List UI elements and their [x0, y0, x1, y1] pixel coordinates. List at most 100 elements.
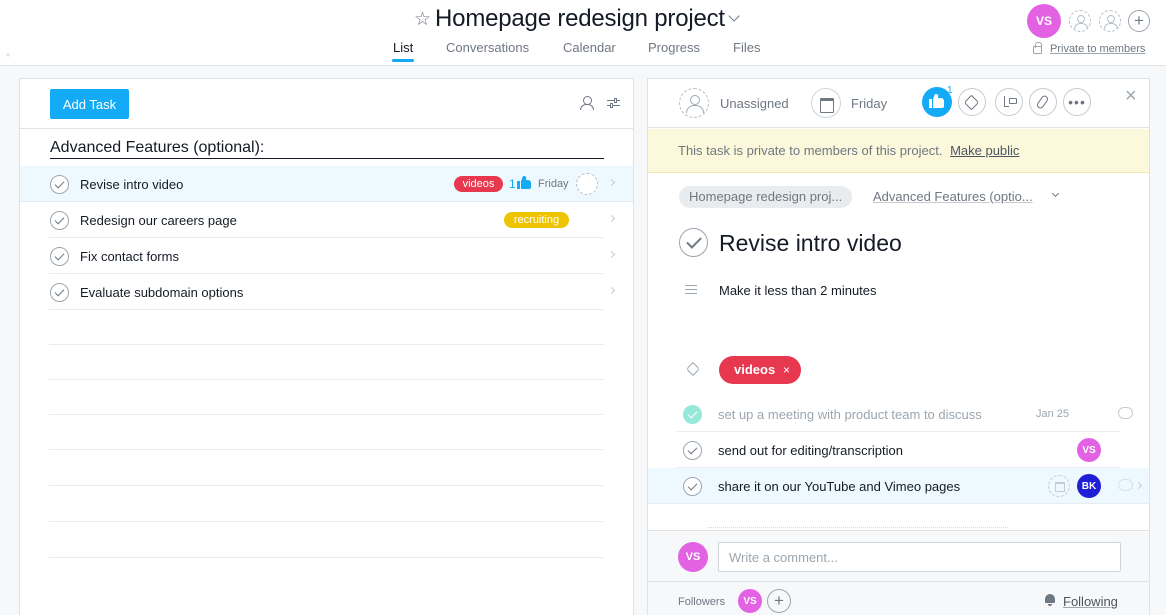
tag-videos[interactable]: videos ×: [719, 356, 801, 384]
close-icon[interactable]: ×: [1125, 85, 1137, 108]
tab-progress[interactable]: Progress: [648, 40, 700, 55]
make-public-link[interactable]: Make public: [950, 143, 1019, 158]
add-member-plus-icon[interactable]: +: [1128, 10, 1150, 32]
current-user-avatar[interactable]: VS: [1027, 4, 1061, 38]
empty-task-row[interactable]: [49, 415, 604, 450]
task-name[interactable]: Redesign our careers page: [80, 213, 237, 228]
thumbs-up-icon[interactable]: [517, 175, 531, 189]
following-toggle[interactable]: Following: [1063, 594, 1118, 609]
add-member-slot-icon[interactable]: [1069, 10, 1091, 32]
attachment-button[interactable]: [1029, 88, 1057, 116]
subtask-row[interactable]: share it on our YouTube and Vimeo pages …: [648, 468, 1149, 504]
add-task-button[interactable]: Add Task: [50, 89, 129, 119]
subtask-text[interactable]: share it on our YouTube and Vimeo pages: [718, 479, 960, 494]
task-row[interactable]: Evaluate subdomain options: [49, 274, 616, 310]
calendar-icon[interactable]: [811, 88, 841, 118]
tab-conversations[interactable]: Conversations: [446, 40, 529, 55]
chevron-down-icon[interactable]: [728, 10, 740, 22]
task-description[interactable]: Make it less than 2 minutes: [719, 283, 877, 298]
add-member-slot-icon[interactable]: [1099, 10, 1121, 32]
task-row[interactable]: Redesign our careers page recruiting: [49, 202, 616, 238]
empty-task-row[interactable]: [49, 487, 604, 522]
person-filter-icon[interactable]: [580, 96, 594, 110]
task-list-pane: Add Task Advanced Features (optional): R…: [19, 78, 634, 615]
empty-task-row[interactable]: [49, 310, 604, 345]
comment-area: VS Followers VS + Following: [648, 530, 1149, 615]
breadcrumb-project[interactable]: Homepage redesign proj...: [679, 186, 853, 208]
like-count: 1: [509, 177, 516, 191]
task-name[interactable]: Evaluate subdomain options: [80, 285, 243, 300]
more-actions-button[interactable]: •••: [1063, 88, 1091, 116]
calendar-icon[interactable]: [1048, 475, 1070, 497]
chevron-right-icon[interactable]: [607, 250, 616, 259]
breadcrumb-section[interactable]: Advanced Features (optio...: [873, 189, 1033, 204]
remove-tag-icon[interactable]: ×: [783, 356, 790, 384]
privacy-notice: This task is private to members of this …: [678, 143, 943, 158]
empty-task-row[interactable]: [49, 345, 604, 380]
empty-task-row[interactable]: [49, 523, 604, 558]
task-row[interactable]: Fix contact forms: [49, 238, 616, 274]
tag-icon: [685, 361, 701, 377]
privacy-setting[interactable]: Private to members: [1033, 42, 1145, 55]
comment-input[interactable]: [718, 542, 1121, 572]
star-icon[interactable]: ☆: [414, 8, 431, 31]
chevron-right-icon[interactable]: [607, 214, 616, 223]
subtask-row[interactable]: send out for editing/transcription VS: [677, 432, 1120, 468]
task-row[interactable]: Revise intro video videos 1 Friday: [20, 166, 633, 202]
bell-icon: [1044, 594, 1056, 606]
due-date: Friday: [538, 178, 569, 190]
tab-list[interactable]: List: [391, 40, 415, 62]
section-header[interactable]: Advanced Features (optional):: [50, 139, 604, 159]
commenter-avatar: VS: [678, 542, 708, 572]
complete-check-icon[interactable]: [683, 441, 702, 460]
complete-check-icon[interactable]: [50, 247, 69, 266]
tag-button[interactable]: [958, 88, 986, 116]
complete-check-icon[interactable]: [50, 211, 69, 230]
project-title[interactable]: Homepage redesign project: [435, 5, 725, 33]
chevron-right-icon[interactable]: [1134, 481, 1143, 490]
complete-check-icon[interactable]: [679, 228, 708, 257]
subtask-date: Jan 25: [1036, 408, 1070, 420]
assignee-placeholder-icon[interactable]: [576, 173, 598, 195]
comment-bubble-icon[interactable]: [1118, 479, 1133, 491]
chevron-right-icon[interactable]: [607, 286, 616, 295]
complete-check-icon[interactable]: [683, 477, 702, 496]
complete-check-icon[interactable]: [50, 283, 69, 302]
assignee-avatar[interactable]: BK: [1077, 474, 1101, 498]
paperclip-icon: [1035, 94, 1050, 110]
assignee-label[interactable]: Unassigned: [720, 96, 789, 111]
subtask-text[interactable]: send out for editing/transcription: [718, 443, 903, 458]
follower-avatar[interactable]: VS: [738, 589, 762, 613]
chevron-down-icon[interactable]: [1051, 189, 1060, 198]
tab-files[interactable]: Files: [733, 40, 760, 55]
project-tabs: List Conversations Calendar Progress Fil…: [0, 40, 1166, 66]
subtask-button[interactable]: [995, 88, 1023, 116]
tab-calendar[interactable]: Calendar: [563, 40, 616, 55]
empty-task-row[interactable]: [49, 380, 604, 415]
subtask-row[interactable]: set up a meeting with product team to di…: [677, 396, 1133, 432]
lock-icon: [1033, 42, 1042, 54]
task-detail-pane: Unassigned Friday 1 ••• × This task is p…: [647, 78, 1150, 615]
empty-task-row[interactable]: [49, 451, 604, 486]
completed-check-icon[interactable]: [683, 405, 702, 424]
assignee-placeholder-icon[interactable]: [679, 88, 709, 118]
detail-toolbar: Unassigned Friday 1 ••• ×: [648, 79, 1149, 128]
tag-videos[interactable]: videos: [454, 176, 503, 192]
add-follower-plus-icon[interactable]: +: [767, 589, 791, 613]
subtask-text[interactable]: set up a meeting with product team to di…: [718, 407, 982, 422]
complete-check-icon[interactable]: [50, 175, 69, 194]
privacy-label[interactable]: Private to members: [1050, 43, 1145, 55]
tag-recruiting[interactable]: recruiting: [504, 212, 569, 228]
sliders-icon[interactable]: [607, 98, 620, 108]
chevron-right-icon[interactable]: [607, 178, 616, 187]
list-toolbar: Add Task: [20, 79, 633, 129]
description-icon: [685, 285, 697, 297]
private-task-banner: This task is private to members of this …: [648, 129, 1149, 173]
comment-bubble-icon[interactable]: [1118, 407, 1133, 419]
subtask-icon: [1003, 96, 1017, 108]
task-name[interactable]: Fix contact forms: [80, 249, 179, 264]
task-title[interactable]: Revise intro video: [719, 230, 902, 257]
task-name[interactable]: Revise intro video: [80, 177, 183, 192]
due-date-label[interactable]: Friday: [851, 96, 887, 111]
assignee-avatar[interactable]: VS: [1077, 438, 1101, 462]
